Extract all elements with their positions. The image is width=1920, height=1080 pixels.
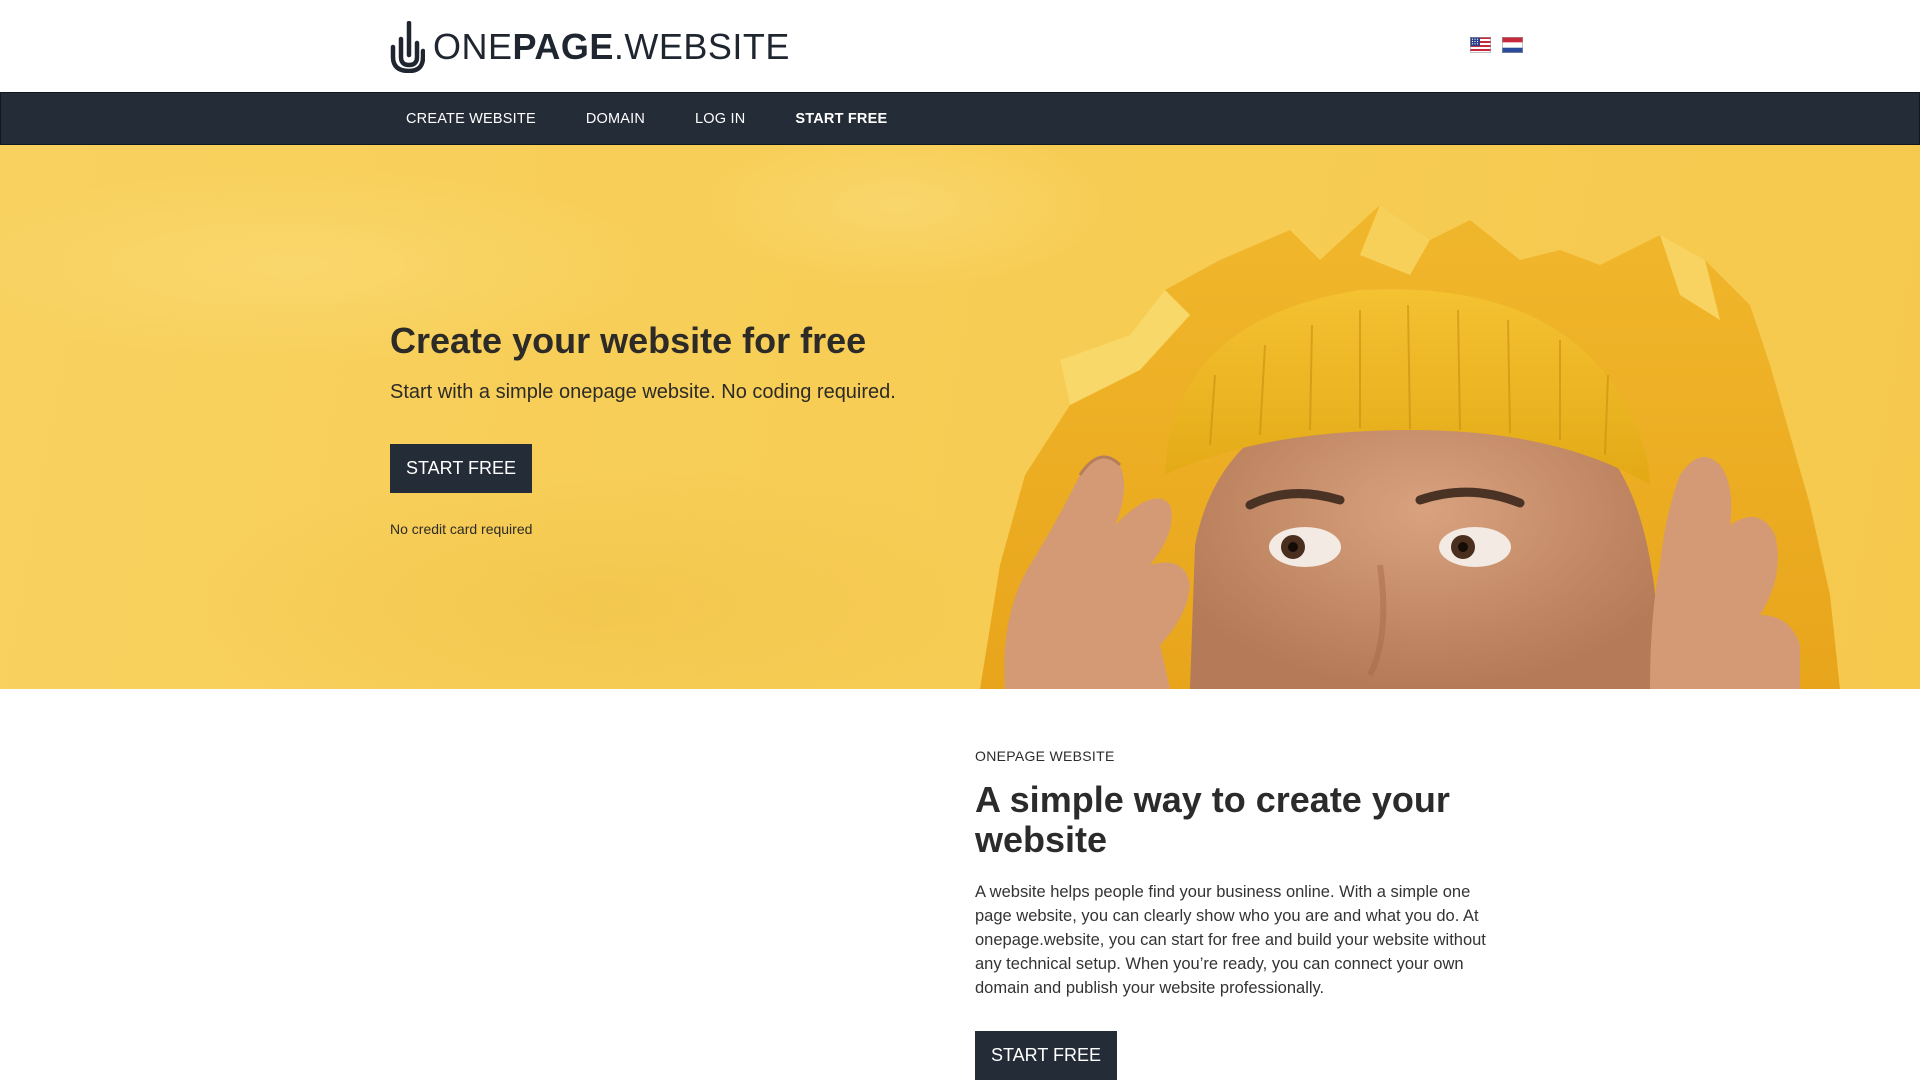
us-flag-icon[interactable]	[1470, 37, 1491, 53]
hero-start-free-button[interactable]: START FREE	[390, 444, 532, 493]
hero-subtitle: Start with a simple onepage website. No …	[390, 381, 896, 403]
section-body: A website helps people find your busines…	[975, 883, 1486, 997]
logo-text: ONEPAGE.WEBSITE	[433, 26, 790, 67]
site-header: ONEPAGE.WEBSITE	[0, 0, 1920, 92]
hand-logo-icon	[390, 21, 425, 73]
hero-image	[980, 205, 1840, 689]
nav-item-domain[interactable]: DOMAIN	[586, 111, 645, 127]
hero-note: No credit card required	[390, 521, 533, 537]
main-nav: CREATE WEBSITE DOMAIN LOG IN START FREE	[0, 92, 1920, 145]
site-logo[interactable]: ONEPAGE.WEBSITE	[389, 20, 790, 74]
section-title: A simple way to create your website	[975, 779, 1450, 860]
nav-items: CREATE WEBSITE DOMAIN LOG IN START FREE	[406, 93, 937, 144]
nav-item-start-free[interactable]: START FREE	[795, 111, 887, 127]
hero-section: Create your website for free Start with …	[0, 145, 1920, 689]
section-kicker: ONEPAGE WEBSITE	[975, 748, 1115, 764]
hero-title: Create your website for free	[390, 320, 867, 361]
nav-item-create-website[interactable]: CREATE WEBSITE	[406, 111, 536, 127]
nav-item-log-in[interactable]: LOG IN	[695, 111, 745, 127]
section-start-free-button[interactable]: START FREE	[975, 1031, 1117, 1080]
language-switcher	[1470, 37, 1523, 53]
nl-flag-icon[interactable]	[1502, 37, 1523, 53]
